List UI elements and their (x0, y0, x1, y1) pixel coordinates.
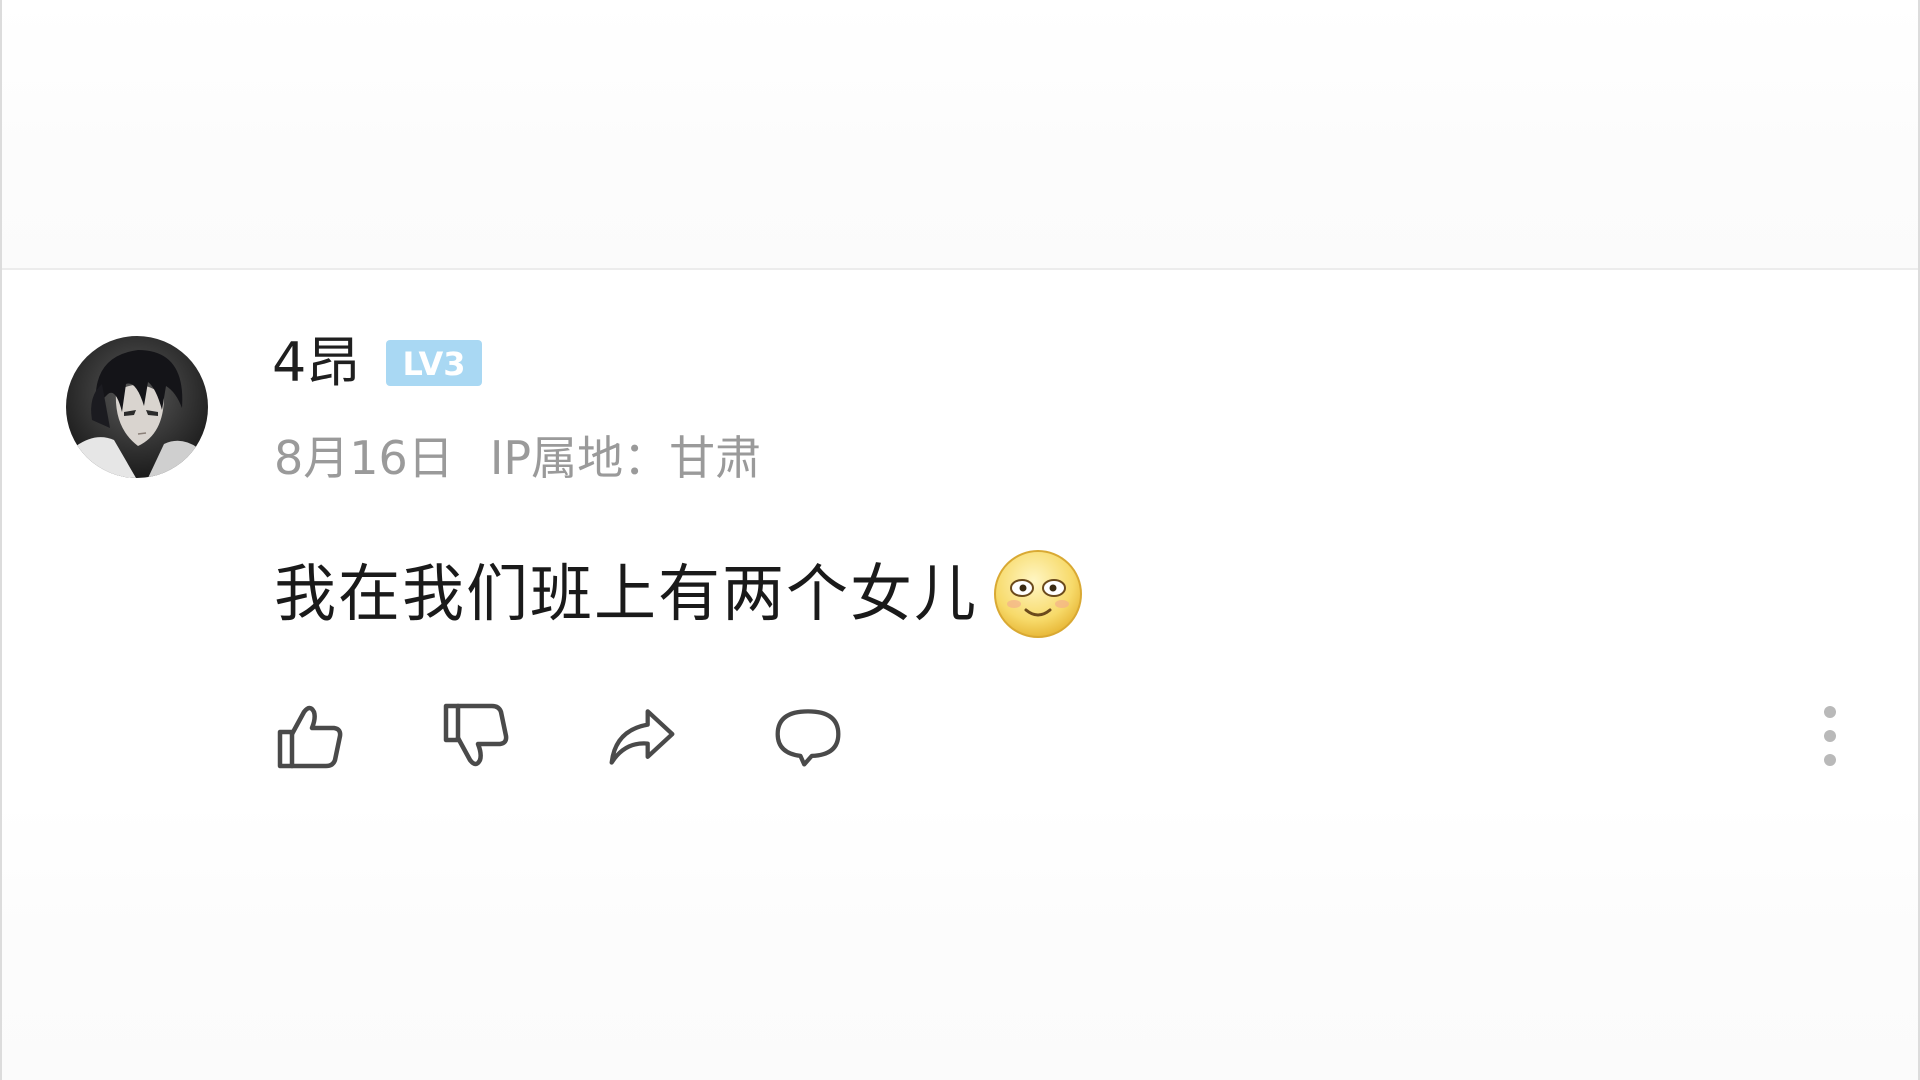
thumbs-up-icon (277, 705, 343, 769)
previous-comment-area (2, 0, 1918, 268)
comment-text: 我在我们班上有两个女儿 (274, 557, 979, 630)
reply-button[interactable] (772, 700, 844, 772)
like-button[interactable] (274, 700, 346, 772)
anime-portrait-avatar-icon (66, 336, 208, 478)
comment-date: 8月16日 (274, 431, 454, 485)
speech-bubble-icon (775, 709, 841, 767)
flushed-smile-emoji-icon (994, 550, 1083, 638)
comment-divider (2, 268, 1918, 270)
ip-location: IP属地：甘肃 (489, 431, 762, 485)
comment-header: 4昂 LV3 (272, 328, 483, 398)
comment-meta: 8月16日 IP属地：甘肃 (274, 428, 761, 488)
thumbs-down-icon (443, 703, 509, 767)
dislike-button[interactable] (440, 700, 512, 772)
comment-screen: 4昂 LV3 8月16日 IP属地：甘肃 我在我们班上有两个女儿 (0, 0, 1920, 1080)
share-button[interactable] (606, 700, 678, 772)
level-badge-text: LV3 (403, 345, 466, 383)
user-avatar[interactable] (66, 336, 208, 478)
level-badge: LV3 (386, 340, 483, 386)
share-arrow-icon (609, 709, 675, 765)
username[interactable]: 4昂 (272, 336, 360, 390)
next-comment-area (2, 800, 1918, 1080)
comment-actions (274, 696, 844, 776)
comment-body: 我在我们班上有两个女儿 (274, 544, 1084, 644)
vertical-ellipsis-icon (1824, 706, 1836, 766)
more-options-button[interactable] (1806, 700, 1854, 772)
